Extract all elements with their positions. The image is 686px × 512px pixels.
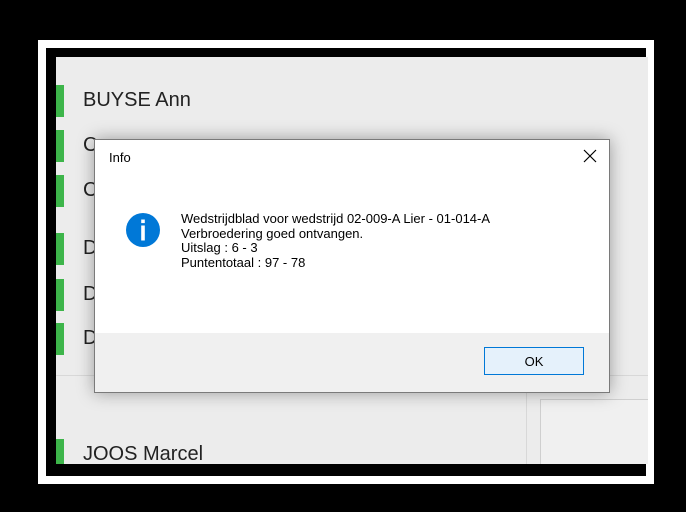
close-icon xyxy=(583,149,597,163)
close-button[interactable] xyxy=(579,145,601,167)
info-dialog: Info Wedstrijdblad voor wedstrijd 02-009… xyxy=(94,139,610,393)
status-indicator xyxy=(56,233,64,265)
message-line: Wedstrijdblad voor wedstrijd 02-009-A Li… xyxy=(181,211,491,226)
side-panel xyxy=(540,399,648,464)
status-indicator xyxy=(56,85,64,117)
player-name: JOOS Marcel xyxy=(83,443,204,464)
message-line: Uitslag : 6 - 3 xyxy=(181,240,258,255)
info-icon xyxy=(125,212,161,248)
ok-button[interactable]: OK xyxy=(484,347,584,375)
divider xyxy=(526,387,527,464)
player-name: BUYSE Ann xyxy=(83,89,191,111)
dialog-footer: OK xyxy=(95,333,609,392)
dialog-message: Wedstrijdblad voor wedstrijd 02-009-A Li… xyxy=(181,211,491,270)
status-indicator xyxy=(56,439,64,464)
status-indicator xyxy=(56,279,64,311)
status-indicator xyxy=(56,175,64,207)
dialog-titlebar[interactable]: Info xyxy=(95,140,609,174)
status-indicator xyxy=(56,323,64,355)
message-line: Verbroedering goed ontvangen. xyxy=(181,225,364,241)
dialog-title: Info xyxy=(109,150,131,165)
message-line: Puntentotaal : 97 - 78 xyxy=(181,254,306,270)
status-indicator xyxy=(56,130,64,162)
